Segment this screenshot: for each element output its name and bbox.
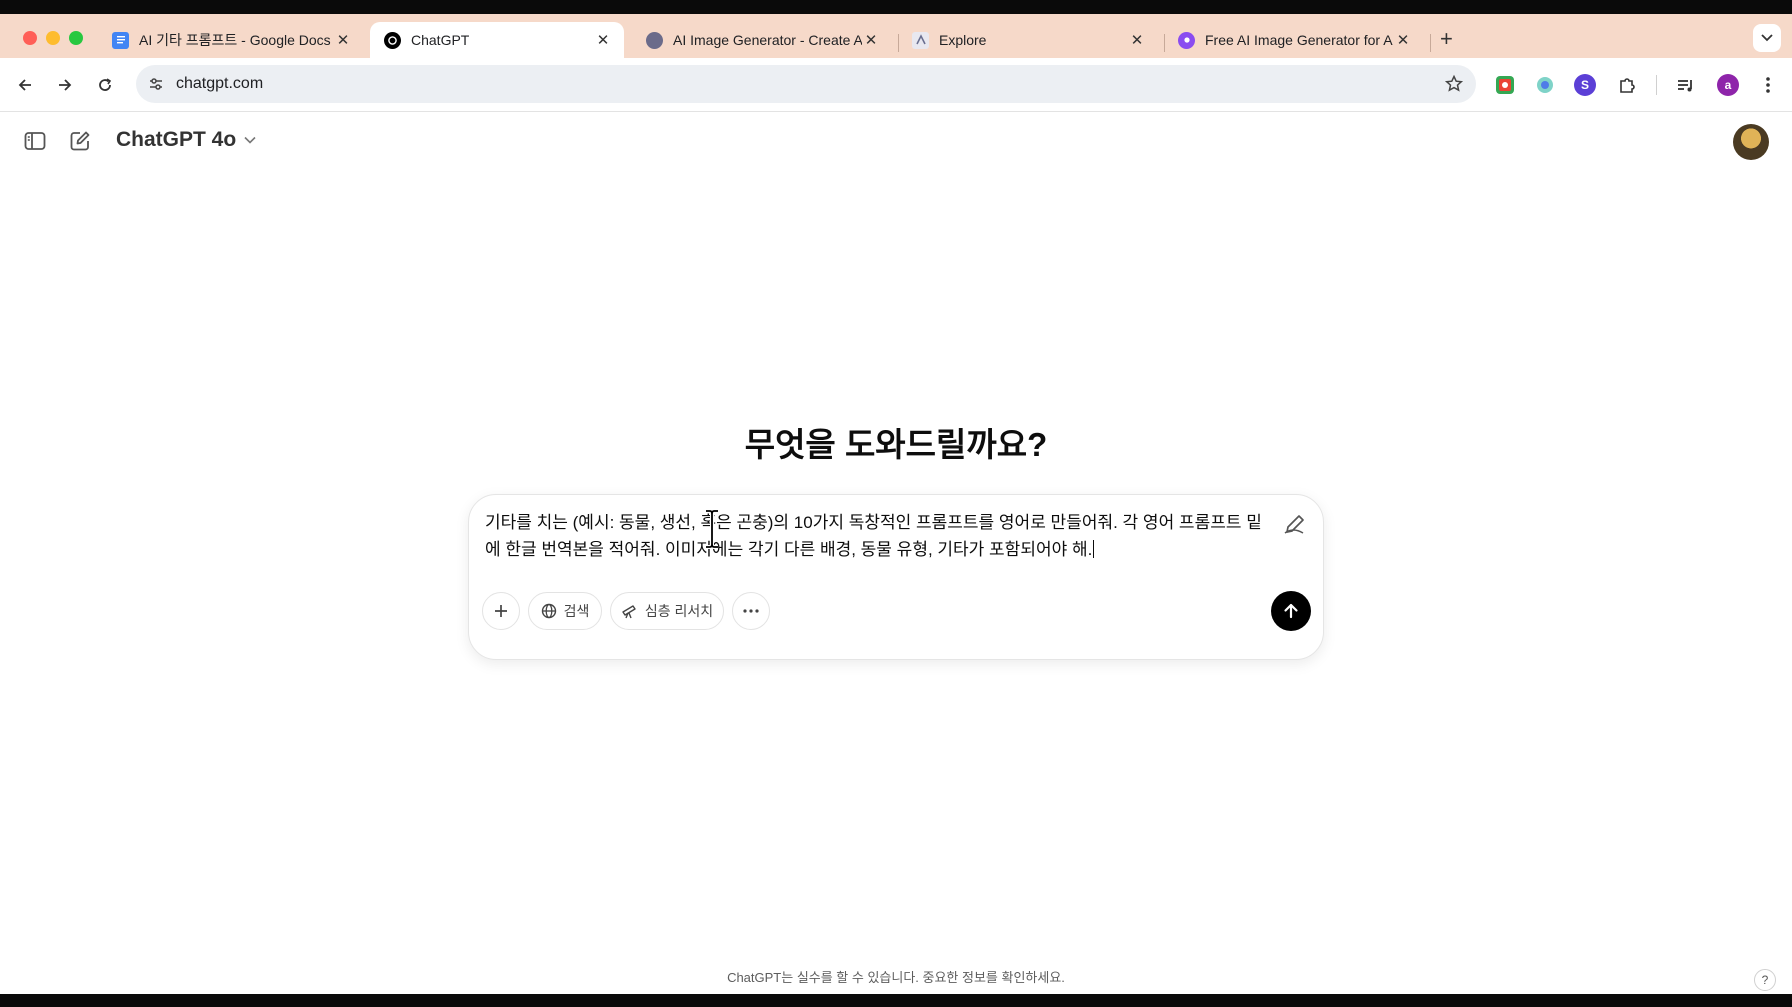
openai-icon: [384, 31, 401, 49]
help-label: ?: [1761, 973, 1769, 987]
deep-research-button[interactable]: 심층 리서치: [610, 592, 724, 630]
forward-button[interactable]: [55, 75, 75, 95]
extension-s-icon[interactable]: S: [1574, 74, 1596, 96]
explore-icon: [912, 31, 929, 49]
tab-title: Explore: [939, 32, 987, 48]
tab-search-button[interactable]: [1753, 24, 1781, 52]
profile-initial: a: [1724, 78, 1732, 92]
send-button[interactable]: [1271, 591, 1311, 631]
tab-strip: AI 기타 프롬프트 - Google Docs ✕ ChatGPT ✕ AI …: [0, 14, 1792, 58]
minimize-window-button[interactable]: [46, 31, 60, 45]
arrow-up-icon: [1284, 603, 1298, 619]
extension-record-icon[interactable]: [1494, 74, 1516, 96]
mouse-cursor-ibeam-icon: [703, 509, 721, 554]
search-button-label: 검색: [563, 603, 590, 619]
browser-toolbar: chatgpt.com S a: [0, 58, 1792, 112]
tab-divider: [1430, 34, 1431, 52]
tab-google-docs[interactable]: AI 기타 프롬프트 - Google Docs ✕: [98, 22, 364, 58]
tab-title: AI Image Generator - Create A: [673, 32, 862, 48]
reload-icon: [99, 78, 112, 91]
media-queue-icon[interactable]: [1675, 74, 1697, 96]
model-selector[interactable]: ChatGPT 4o: [116, 128, 256, 152]
more-tools-button[interactable]: [732, 592, 770, 630]
new-tab-button[interactable]: +: [1440, 28, 1453, 50]
reload-button[interactable]: [95, 75, 115, 95]
puzzle-icon[interactable]: [1616, 74, 1638, 96]
tab-close-icon[interactable]: ✕: [862, 31, 880, 49]
app-header: ChatGPT 4o: [0, 112, 1792, 168]
google-docs-icon: [112, 31, 129, 49]
help-button[interactable]: ?: [1754, 969, 1776, 991]
browser-window: AI 기타 프롬프트 - Google Docs ✕ ChatGPT ✕ AI …: [0, 14, 1792, 994]
tab-close-icon[interactable]: ✕: [1128, 31, 1146, 49]
arrow-right-icon: [59, 79, 72, 91]
attach-button[interactable]: [482, 592, 520, 630]
search-button[interactable]: 검색: [528, 592, 602, 630]
extension-web-icon[interactable]: [1534, 74, 1556, 96]
image-generator-icon: [1178, 31, 1195, 49]
chevron-down-icon: [1761, 34, 1773, 42]
tab-close-icon[interactable]: ✕: [1394, 31, 1412, 49]
close-window-button[interactable]: [23, 31, 37, 45]
tab-explore[interactable]: Explore ✕: [898, 22, 1158, 58]
tab-free-ai-image-generator[interactable]: Free AI Image Generator for A ✕: [1164, 22, 1424, 58]
tab-close-icon[interactable]: ✕: [334, 31, 352, 49]
tab-title: Free AI Image Generator for A: [1205, 32, 1393, 48]
sidebar-toggle-icon[interactable]: [22, 128, 48, 154]
site-settings-icon[interactable]: [147, 75, 165, 98]
text-caret: [1093, 540, 1095, 558]
prompt-composer: 기타를 치는 (예시: 동물, 생선, 혹은 곤충)의 10가지 독창적인 프롬…: [468, 494, 1324, 660]
arrow-left-icon: [18, 79, 31, 91]
edit-pencil-icon[interactable]: [1283, 513, 1307, 540]
chevron-down-icon: [244, 136, 256, 144]
model-name: ChatGPT 4o: [116, 128, 237, 151]
back-button[interactable]: [15, 75, 35, 95]
user-avatar[interactable]: [1733, 124, 1769, 160]
globe-icon: [541, 603, 556, 619]
url-text: chatgpt.com: [176, 75, 264, 92]
tab-chatgpt[interactable]: ChatGPT ✕: [370, 22, 624, 58]
address-bar[interactable]: chatgpt.com: [136, 65, 1476, 103]
plus-icon: [495, 605, 507, 617]
disclaimer-note: ChatGPT는 실수를 할 수 있습니다. 중요한 정보를 확인하세요.: [727, 970, 1065, 985]
tab-title: AI 기타 프롬프트 - Google Docs: [139, 32, 331, 48]
prompt-text: 기타를 치는 (예시: 동물, 생선, 혹은 곤충)의 10가지 독창적인 프롬…: [485, 513, 1262, 559]
toolbar-divider: [1656, 75, 1657, 95]
maximize-window-button[interactable]: [69, 31, 83, 45]
ellipsis-icon: [743, 609, 759, 613]
more-menu-icon[interactable]: [1757, 74, 1779, 96]
tab-ai-image-generator[interactable]: AI Image Generator - Create A ✕: [632, 22, 892, 58]
page-headline: 무엇을 도와드릴까요?: [744, 426, 1048, 463]
tab-title: ChatGPT: [411, 32, 470, 48]
profile-avatar-icon[interactable]: a: [1717, 74, 1739, 96]
bookmark-star-icon[interactable]: [1444, 74, 1464, 99]
new-chat-icon[interactable]: [67, 128, 93, 154]
deep-research-label: 심층 리서치: [644, 603, 714, 619]
ai-generator-icon: [646, 31, 663, 49]
prompt-input[interactable]: 기타를 치는 (예시: 동물, 생선, 혹은 곤충)의 10가지 독창적인 프롬…: [485, 509, 1275, 563]
telescope-icon: [622, 605, 636, 619]
tab-close-icon[interactable]: ✕: [594, 31, 612, 49]
